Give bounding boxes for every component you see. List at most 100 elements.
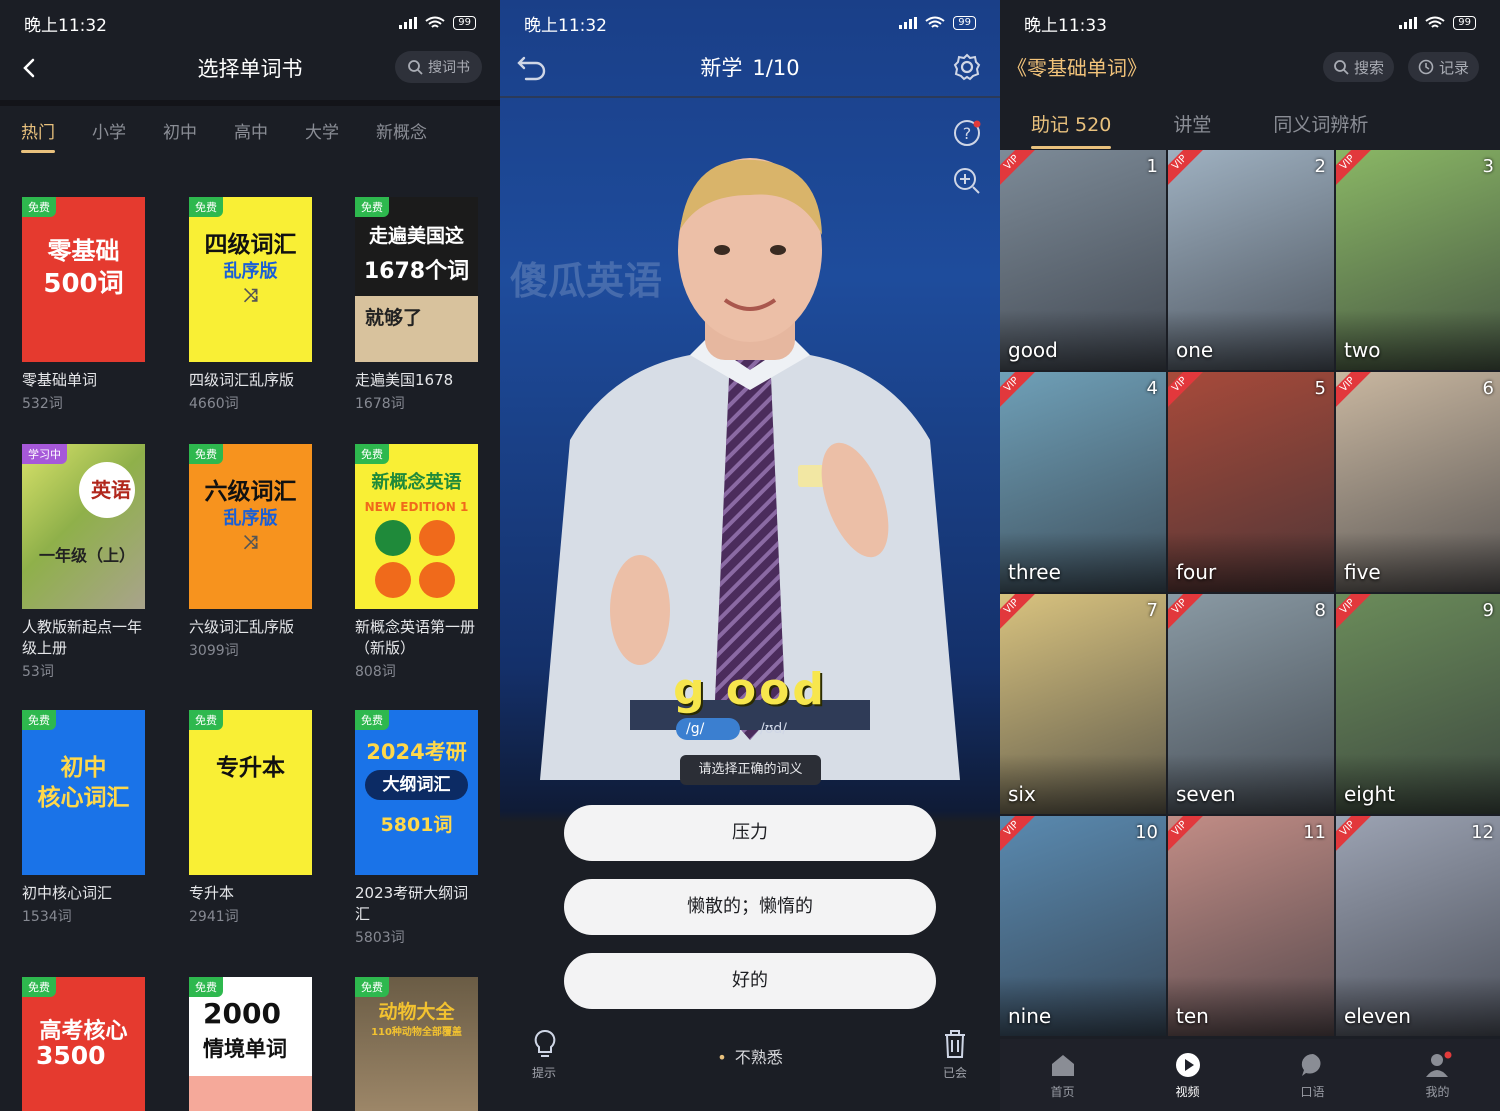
tile-word: good [1008,338,1058,362]
search-books-button[interactable]: 搜词书 [395,51,482,83]
book-title: 零基础单词 [22,371,98,389]
book-card[interactable]: 免费 高考核心 3500 [22,977,146,1111]
choice-button-3[interactable]: 好的 [564,953,936,1009]
tab-mnemonics[interactable]: 助记 520 [1031,110,1112,149]
free-badge: 免费 [22,197,56,217]
tile-number: 8 [1314,600,1326,621]
history-button[interactable]: 记录 [1408,52,1480,82]
battery-icon: 99 [1453,16,1476,30]
book-cover: 免费 六级词汇 乱序版 ⤨ [189,444,312,609]
book-card[interactable]: 免费 专升本 专升本 2941词 [189,710,313,926]
video-tile[interactable]: VIP 4 three [1000,372,1166,592]
user-icon [1425,1051,1451,1077]
vip-badge: VIP [1000,150,1039,190]
free-badge: 免费 [22,977,56,997]
cover-title: 动物大全 [378,1001,455,1023]
video-tile[interactable]: VIP 6 five [1336,372,1500,592]
page-title: 新学 1/10 [500,52,1000,82]
video-tile[interactable]: VIP 9 eight [1336,594,1500,814]
battery-icon: 99 [453,16,476,30]
nav-profile-label: 我的 [1425,1084,1450,1099]
vip-badge: VIP [1168,594,1207,634]
video-tile[interactable]: VIP 7 six [1000,594,1166,814]
book-card[interactable]: 免费 2024考研 大纲词汇 5801词 2023考研大纲词汇 5803词 [355,710,479,947]
book-title: 四级词汇乱序版 [189,371,295,389]
cover-count: 5801词 [380,814,453,836]
cover-subtitle: NEW EDITION 1 [364,500,469,514]
phonetic-segment-1[interactable]: /g/ [676,718,740,740]
cover-subtitle: 大纲词汇 [365,770,468,800]
book-card[interactable]: 免费 动物大全 110种动物全部覆盖 [355,977,479,1111]
word-count: 532词 [22,396,63,412]
back-arrow-icon[interactable] [16,54,44,82]
book-card[interactable]: 免费 六级词汇 乱序版 ⤨ 六级词汇乱序版 3099词 [189,444,313,660]
nav-video[interactable]: 视频 [1148,1051,1228,1100]
tab-new-concept[interactable]: 新概念 [376,118,427,143]
signal-icon [399,17,418,29]
nav-profile[interactable]: 我的 [1398,1051,1478,1100]
tile-word: eleven [1344,1004,1411,1028]
vip-badge: VIP [1168,816,1207,856]
tile-number: 4 [1146,378,1158,399]
choice-button-2[interactable]: 懒散的；懒惰的 [564,879,936,935]
tab-college[interactable]: 大学 [305,118,339,143]
video-tile[interactable]: VIP 3 two [1336,150,1500,370]
word-count: 3099词 [189,643,239,659]
unfamiliar-button[interactable]: 不熟悉 [500,1044,1000,1068]
free-badge: 免费 [189,444,223,464]
book-cover: 学习中 英语 一年级（上） [22,444,145,609]
trash-icon[interactable] [941,1028,969,1060]
tab-senior[interactable]: 高中 [234,118,268,143]
book-card[interactable]: 免费 初中 核心词汇 初中核心词汇 1534词 [22,710,146,926]
book-cover: 免费 四级词汇 乱序版 ⤨ [189,197,312,362]
top-bar: 选择单词书 搜词书 [0,46,500,90]
phonetic-segment-2[interactable]: /ʊd/ [760,718,787,740]
word-count: 4660词 [189,396,239,412]
search-button[interactable]: 搜索 [1323,52,1395,82]
chat-icon [1301,1053,1321,1076]
quiz-screen: 晚上11:32 99 新学 1/10 ? 傻瓜英语 g ood /g/ /ʊd/… [500,0,1000,1111]
tab-junior[interactable]: 初中 [163,118,197,143]
cover-subtitle: 110种动物全部覆盖 [371,1027,462,1038]
mode-label: 新学 [700,56,743,80]
status-time: 晚上11:33 [1024,15,1107,36]
free-badge: 免费 [189,197,223,217]
status-time: 晚上11:32 [24,15,107,36]
word-count: 1534词 [22,909,72,925]
video-tile[interactable]: VIP 5 four [1168,372,1334,592]
book-card[interactable]: 免费 新概念英语 NEW EDITION 1 新概念英语第一册（新版） 808词 [355,444,479,681]
book-card[interactable]: 学习中 英语 一年级（上） 人教版新起点一年级上册 53词 [22,444,146,681]
book-title: 专升本 [189,884,235,902]
search-icon [408,60,423,75]
gear-icon[interactable] [952,52,982,82]
video-tile[interactable]: VIP 2 one [1168,150,1334,370]
tab-lectures[interactable]: 讲堂 [1173,110,1211,137]
cover-subtitle: 乱序版 [223,261,278,282]
tab-synonyms[interactable]: 同义词辨析 [1273,110,1368,137]
video-tile[interactable]: VIP 1 good [1000,150,1166,370]
choice-button-1[interactable]: 压力 [564,805,936,861]
tile-word: nine [1008,1004,1052,1028]
video-tile[interactable]: VIP 12 eleven [1336,816,1500,1036]
search-books-label: 搜词书 [428,60,470,76]
tile-word: seven [1176,782,1236,806]
video-tile[interactable]: VIP 10 nine [1000,816,1166,1036]
status-bar: 晚上11:33 99 [1000,0,1500,46]
cover-subtitle: 核心词汇 [37,785,130,811]
tile-word: six [1008,782,1036,806]
studying-badge: 学习中 [22,444,67,464]
book-cover: 免费 高考核心 3500 [22,977,145,1111]
book-card[interactable]: 免费 2000 情境单词 [189,977,313,1111]
tile-number: 5 [1314,378,1326,399]
book-card[interactable]: 免费 走遍美国这 1678个词 就够了 走遍美国1678 1678词 [355,197,479,413]
tab-primary[interactable]: 小学 [92,118,126,143]
vip-badge: VIP [1336,816,1375,856]
book-card[interactable]: 免费 四级词汇 乱序版 ⤨ 四级词汇乱序版 4660词 [189,197,313,413]
tab-hot[interactable]: 热门 [21,118,55,153]
nav-speaking[interactable]: 口语 [1273,1051,1353,1100]
book-card[interactable]: 免费 零基础 500词 零基础单词 532词 [22,197,146,413]
video-tile[interactable]: VIP 11 ten [1168,816,1334,1036]
video-tile[interactable]: VIP 8 seven [1168,594,1334,814]
nav-home[interactable]: 首页 [1023,1051,1103,1100]
tile-word: four [1176,560,1217,584]
